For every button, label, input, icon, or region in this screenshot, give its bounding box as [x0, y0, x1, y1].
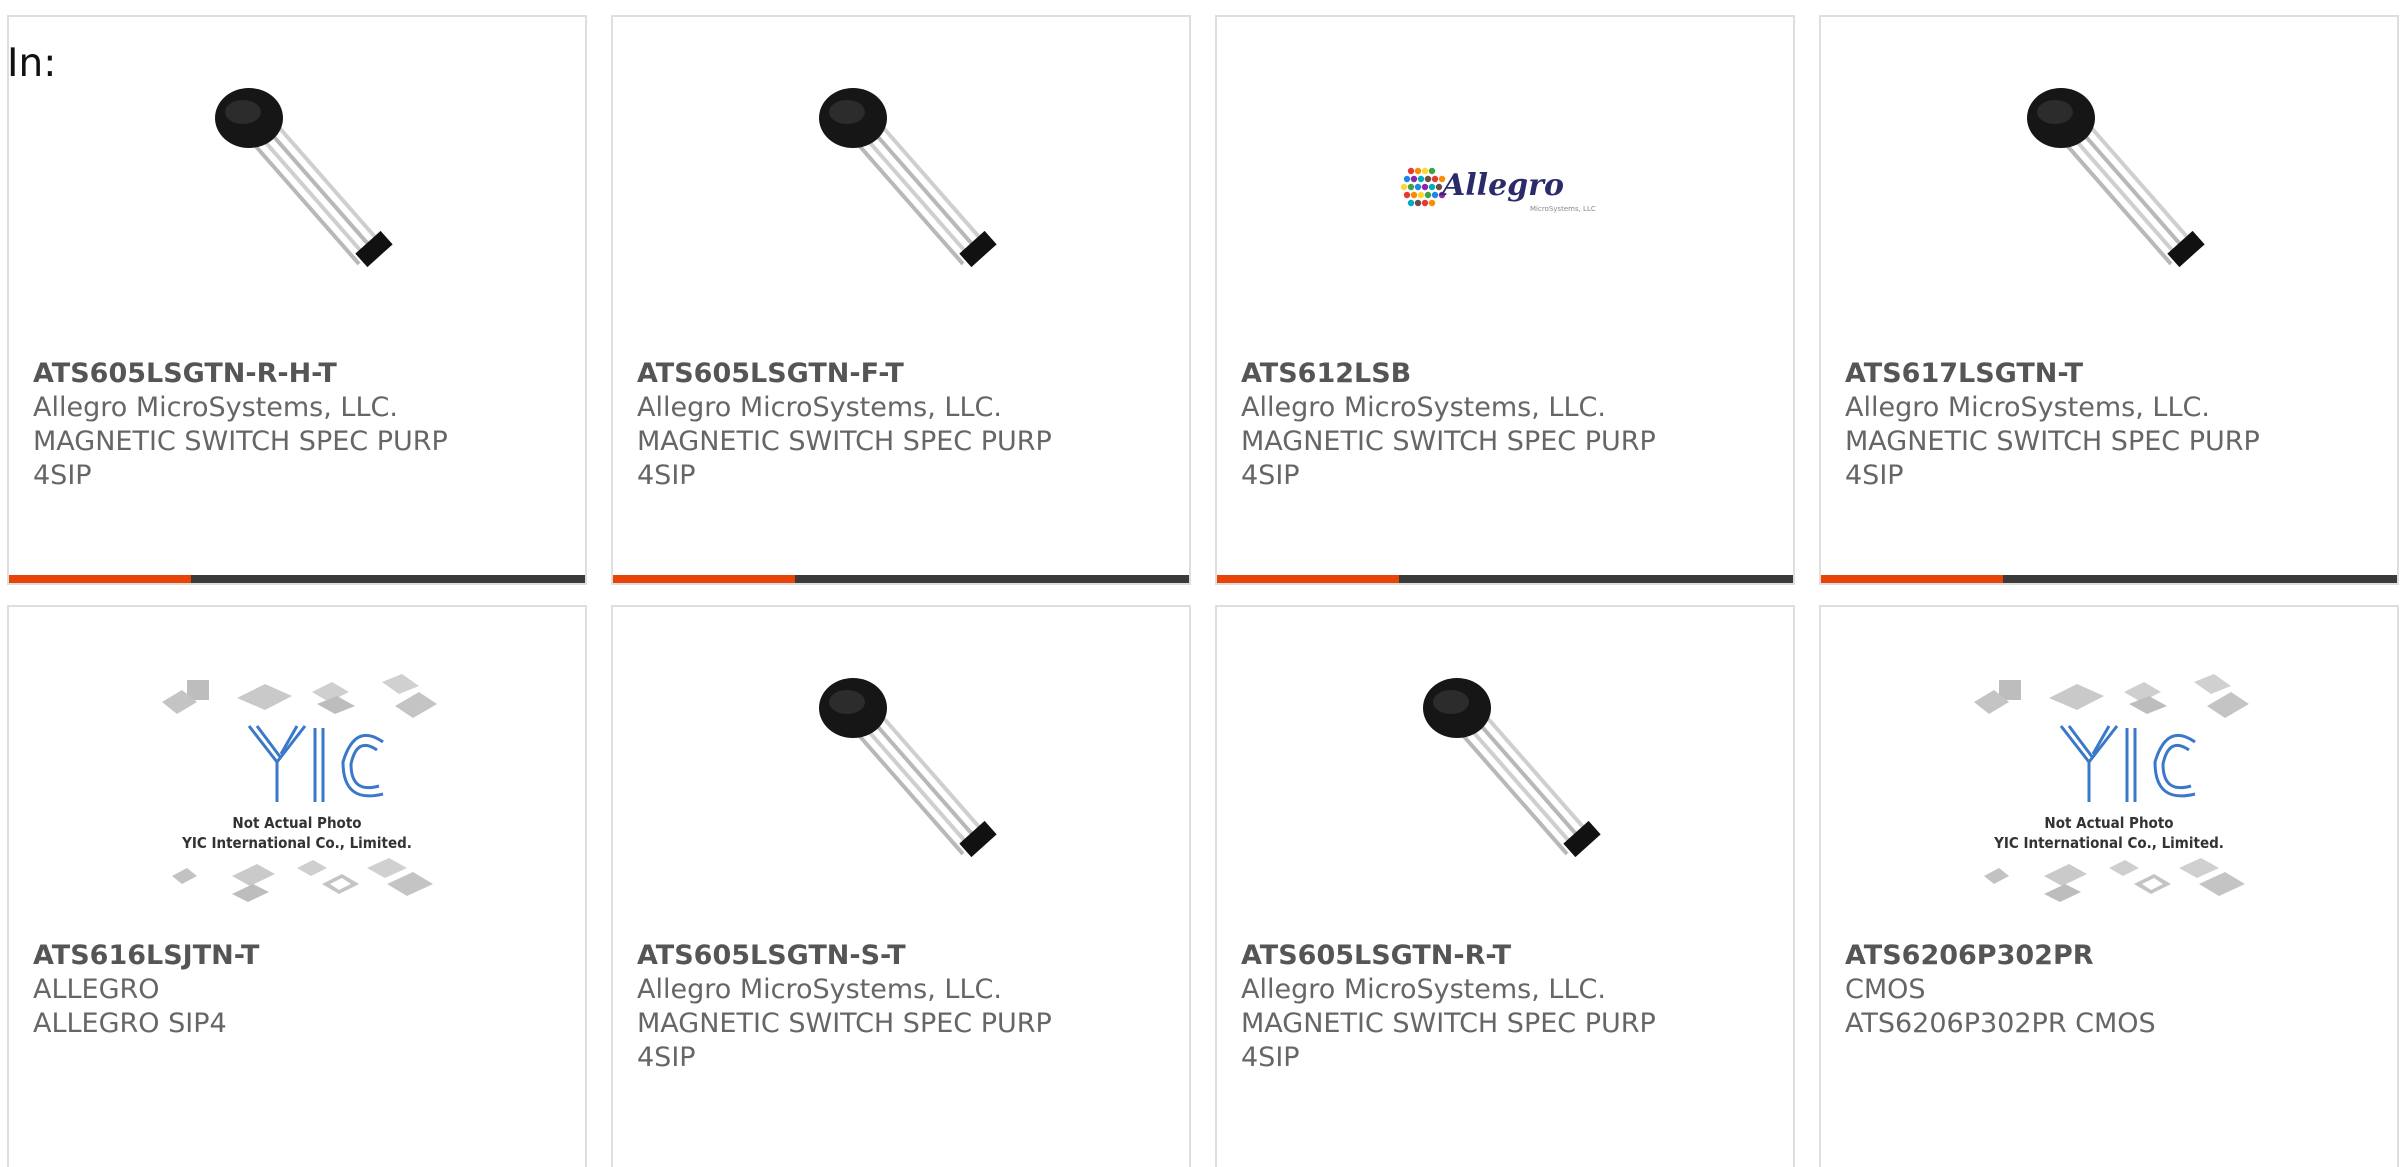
description-line: 4SIP — [637, 1042, 696, 1073]
hall-sensor-photo — [1423, 678, 1601, 858]
product-image[interactable]: Not Actual Photo YIC International Co., … — [9, 662, 585, 902]
product-image[interactable] — [1821, 72, 2397, 312]
description-line: ATS6206P302PR CMOS — [1845, 1008, 2156, 1039]
product-card[interactable]: ATS605LSGTN-R-H-T Allegro MicroSystems, … — [7, 15, 587, 585]
hall-sensor-photo — [819, 678, 997, 858]
product-info: ATS605LSGTN-R-T Allegro MicroSystems, LL… — [1241, 939, 1773, 1075]
product-card[interactable]: Not Actual Photo YIC International Co., … — [7, 605, 587, 1167]
product-card[interactable]: ATS617LSGTN-T Allegro MicroSystems, LLC.… — [1819, 15, 2399, 585]
part-number-link[interactable]: ATS612LSB — [1241, 357, 1773, 391]
product-info: ATS605LSGTN-S-T Allegro MicroSystems, LL… — [637, 939, 1169, 1075]
description-line: 4SIP — [1241, 1042, 1300, 1073]
svg-text:YIC International Co., Limited: YIC International Co., Limited. — [1993, 834, 2224, 852]
description-line: 4SIP — [1845, 460, 1904, 491]
filter-in-label: In: — [7, 41, 57, 86]
description-line: MAGNETIC SWITCH SPEC PURP — [637, 1008, 1052, 1039]
product-image[interactable] — [9, 72, 585, 312]
product-image[interactable]: Not Actual Photo YIC International Co., … — [1821, 662, 2397, 902]
part-number-link[interactable]: ATS6206P302PR — [1845, 939, 2377, 973]
manufacturer-name: Allegro MicroSystems, LLC. — [1241, 974, 1606, 1005]
product-image[interactable]: Allegro MicroSystems, LLC — [1217, 72, 1793, 312]
product-card[interactable]: ATS605LSGTN-R-T Allegro MicroSystems, LL… — [1215, 605, 1795, 1167]
product-card[interactable]: Allegro MicroSystems, LLC ATS612LSB Alle… — [1215, 15, 1795, 585]
product-info: ATS612LSB Allegro MicroSystems, LLC. MAG… — [1241, 357, 1773, 493]
part-number-link[interactable]: ATS605LSGTN-R-H-T — [33, 357, 565, 391]
not-actual-photo-placeholder: Not Actual Photo YIC International Co., … — [1974, 674, 2249, 902]
manufacturer-name: CMOS — [1845, 974, 1926, 1005]
card-progress-fill — [9, 575, 192, 583]
product-image[interactable] — [613, 662, 1189, 902]
svg-text:Allegro: Allegro — [1439, 168, 1564, 203]
manufacturer-name: Allegro MicroSystems, LLC. — [637, 974, 1002, 1005]
product-card[interactable]: ATS605LSGTN-F-T Allegro MicroSystems, LL… — [611, 15, 1191, 585]
product-info: ATS605LSGTN-F-T Allegro MicroSystems, LL… — [637, 357, 1169, 493]
svg-text:Not Actual Photo: Not Actual Photo — [232, 814, 361, 832]
product-card[interactable]: ATS605LSGTN-S-T Allegro MicroSystems, LL… — [611, 605, 1191, 1167]
description-line: 4SIP — [33, 460, 92, 491]
description-line: MAGNETIC SWITCH SPEC PURP — [637, 426, 1052, 457]
description-line: MAGNETIC SWITCH SPEC PURP — [1241, 426, 1656, 457]
card-progress-bar — [1821, 575, 2397, 583]
manufacturer-name: ALLEGRO — [33, 974, 160, 1005]
description-line: 4SIP — [1241, 460, 1300, 491]
manufacturer-name: Allegro MicroSystems, LLC. — [1241, 392, 1606, 423]
manufacturer-name: Allegro MicroSystems, LLC. — [637, 392, 1002, 423]
product-results-page: In: ATS605LSGTN-R-H-T Allegro MicroSyste… — [0, 0, 2400, 1167]
part-number-link[interactable]: ATS605LSGTN-F-T — [637, 357, 1169, 391]
card-progress-bar — [613, 575, 1189, 583]
card-progress-bar — [1217, 575, 1793, 583]
description-line: MAGNETIC SWITCH SPEC PURP — [1241, 1008, 1656, 1039]
card-progress-bar — [9, 575, 585, 583]
description-line: MAGNETIC SWITCH SPEC PURP — [1845, 426, 2260, 457]
description-line: 4SIP — [637, 460, 696, 491]
product-info: ATS616LSJTN-T ALLEGRO ALLEGRO SIP4 — [33, 939, 565, 1041]
hall-sensor-photo — [2027, 88, 2205, 268]
product-info: ATS605LSGTN-R-H-T Allegro MicroSystems, … — [33, 357, 565, 493]
part-number-link[interactable]: ATS617LSGTN-T — [1845, 357, 2377, 391]
manufacturer-name: Allegro MicroSystems, LLC. — [1845, 392, 2210, 423]
card-progress-fill — [1217, 575, 1400, 583]
not-actual-photo-placeholder: Not Actual Photo YIC International Co., … — [162, 674, 437, 902]
product-info: ATS617LSGTN-T Allegro MicroSystems, LLC.… — [1845, 357, 2377, 493]
svg-text:MicroSystems, LLC: MicroSystems, LLC — [1530, 205, 1596, 213]
svg-text:Not Actual Photo: Not Actual Photo — [2044, 814, 2173, 832]
product-grid: ATS605LSGTN-R-H-T Allegro MicroSystems, … — [7, 15, 2400, 1167]
card-progress-fill — [1821, 575, 2004, 583]
manufacturer-name: Allegro MicroSystems, LLC. — [33, 392, 398, 423]
description-line: MAGNETIC SWITCH SPEC PURP — [33, 426, 448, 457]
product-image[interactable] — [1217, 662, 1793, 902]
description-line: ALLEGRO SIP4 — [33, 1008, 227, 1039]
part-number-link[interactable]: ATS605LSGTN-S-T — [637, 939, 1169, 973]
product-image[interactable] — [613, 72, 1189, 312]
card-progress-fill — [613, 575, 796, 583]
hall-sensor-photo — [819, 88, 997, 268]
product-info: ATS6206P302PR CMOS ATS6206P302PR CMOS — [1845, 939, 2377, 1041]
allegro-logo: Allegro MicroSystems, LLC — [1400, 167, 1596, 213]
hall-sensor-photo — [215, 88, 393, 268]
part-number-link[interactable]: ATS616LSJTN-T — [33, 939, 565, 973]
product-card[interactable]: Not Actual Photo YIC International Co., … — [1819, 605, 2399, 1167]
svg-text:YIC International Co., Limited: YIC International Co., Limited. — [181, 834, 412, 852]
part-number-link[interactable]: ATS605LSGTN-R-T — [1241, 939, 1773, 973]
